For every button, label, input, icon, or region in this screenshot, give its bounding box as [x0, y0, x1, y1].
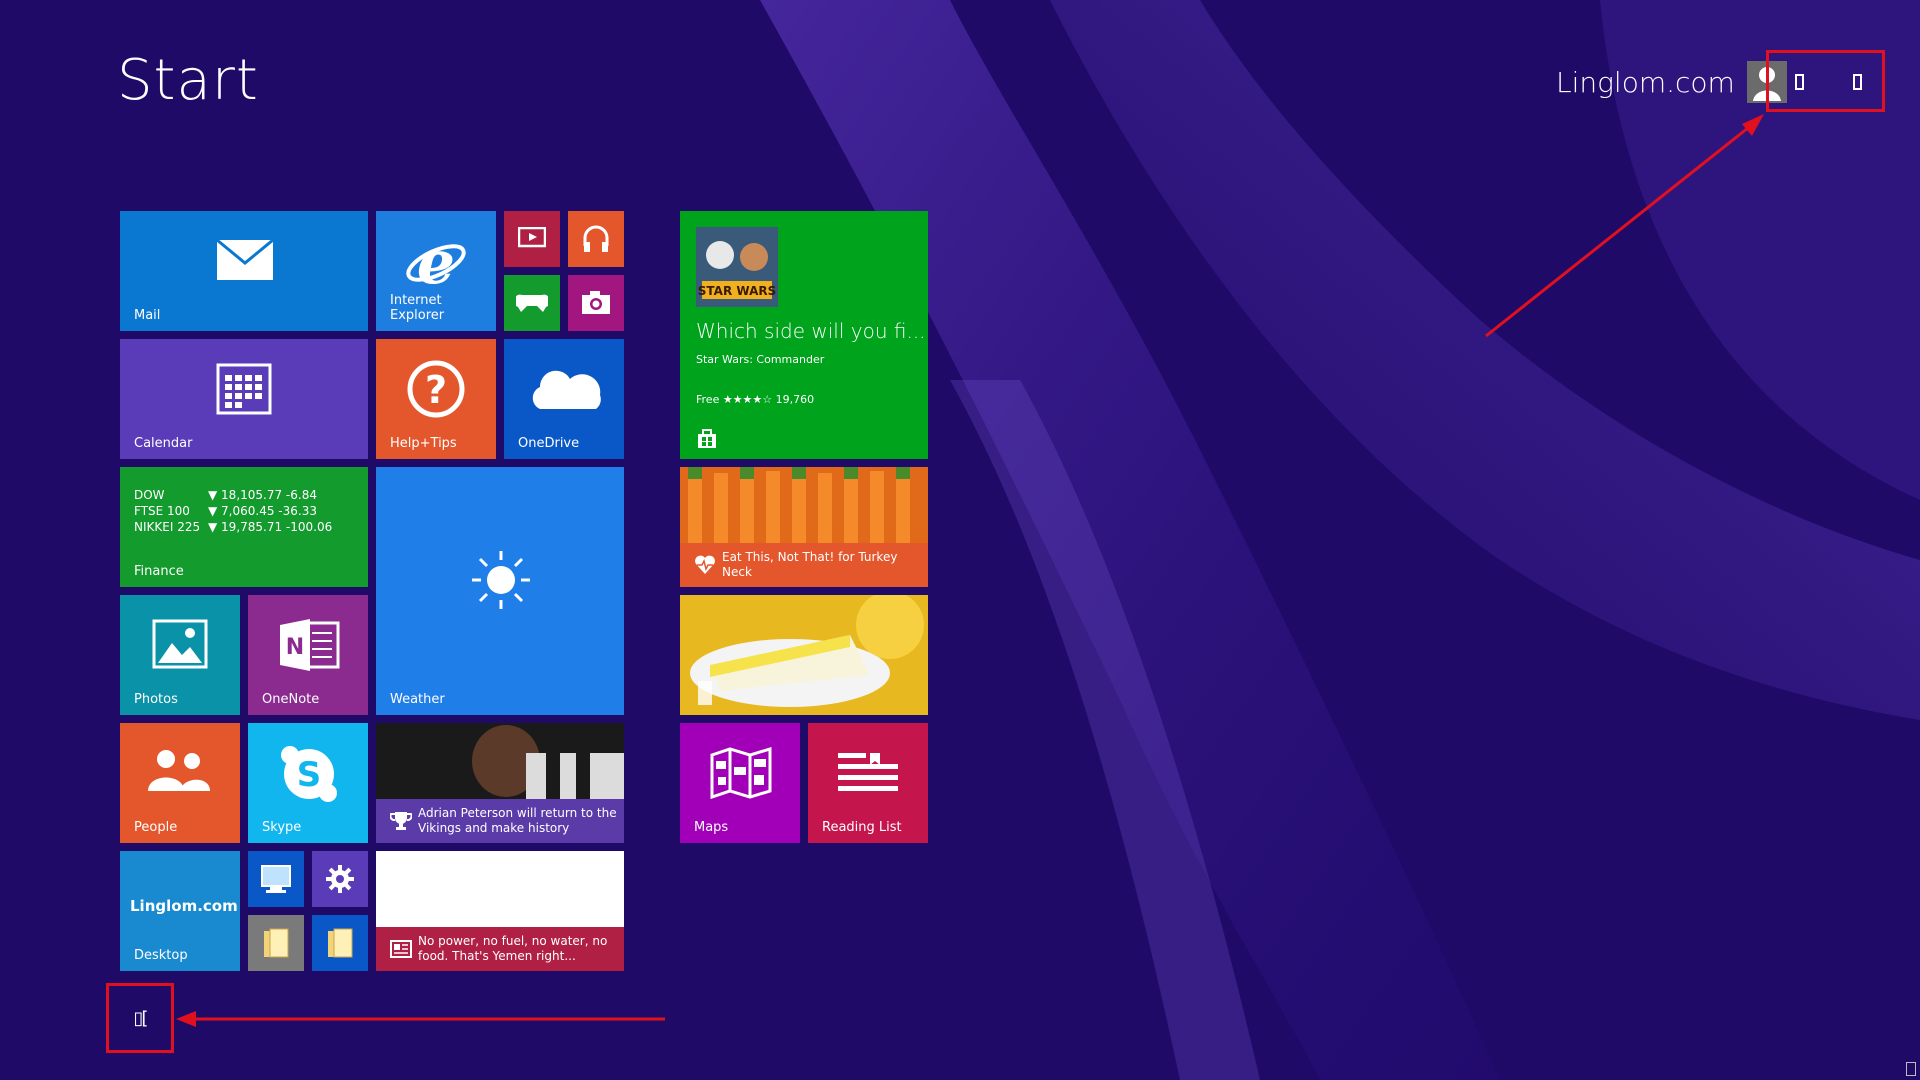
tile-internet-explorer[interactable]: e Internet Explorer [376, 211, 496, 331]
sports-photo [376, 723, 624, 799]
tile-video[interactable] [504, 211, 560, 267]
map-icon [710, 747, 772, 799]
tile-settings[interactable] [312, 851, 368, 907]
svg-text:S: S [297, 755, 322, 795]
tile-label: People [134, 820, 177, 835]
store-icon [696, 427, 718, 449]
sports-headline: Adrian Peterson will return to the Vikin… [418, 806, 624, 836]
tile-camera[interactable] [568, 275, 624, 331]
star-wars-app-icon: STAR WARS [696, 227, 778, 307]
tile-finance[interactable]: DOW▼ 18,105.77 -6.84 FTSE 100▼ 7,060.45 … [120, 467, 368, 587]
health-headline-bar: Eat This, Not That! for Turkey Neck [680, 543, 928, 587]
people-icon [146, 747, 212, 795]
onenote-icon: N [278, 617, 342, 673]
tile-label: Skype [262, 820, 301, 835]
tile-label: Finance [134, 564, 184, 579]
heart-rate-icon [694, 554, 716, 576]
video-icon [518, 227, 546, 249]
svg-text:STAR WARS: STAR WARS [698, 284, 776, 298]
newspaper-icon [390, 938, 412, 960]
tile-store[interactable]: STAR WARS Which side will you fi... Star… [680, 211, 928, 459]
tile-food[interactable] [680, 595, 928, 715]
tile-label: Help+Tips [390, 436, 457, 451]
svg-text:?: ? [425, 368, 447, 412]
tile-sports[interactable]: Adrian Peterson will return to the Vikin… [376, 723, 624, 843]
tile-label: OneNote [262, 692, 319, 707]
tile-health[interactable]: Eat This, Not That! for Turkey Neck [680, 467, 928, 587]
tile-weather[interactable]: Weather [376, 467, 624, 715]
power-icon [1795, 74, 1804, 90]
tile-file-explorer[interactable] [248, 915, 304, 971]
skype-icon: S [280, 745, 338, 803]
cloud-icon [526, 367, 606, 411]
store-app-title: Which side will you fi... [696, 319, 926, 343]
trophy-icon [390, 810, 412, 832]
tile-calendar[interactable]: Calendar [120, 339, 368, 459]
computer-icon [260, 864, 292, 894]
health-headline: Eat This, Not That! for Turkey Neck [722, 550, 928, 580]
tile-label: Photos [134, 692, 178, 707]
tile-people[interactable]: People [120, 723, 240, 843]
all-apps-icon: ▯[ [134, 1008, 147, 1029]
tile-label: Weather [390, 692, 445, 707]
folder-icon [326, 927, 354, 959]
gear-icon [326, 865, 354, 893]
tile-music[interactable] [568, 211, 624, 267]
mail-icon [216, 239, 274, 281]
tile-mail[interactable]: Mail [120, 211, 368, 331]
tile-onenote[interactable]: N OneNote [248, 595, 368, 715]
reading-list-icon [836, 751, 900, 795]
store-app-subtitle: Star Wars: Commander [696, 353, 824, 366]
power-button[interactable] [1788, 71, 1810, 93]
tile-skype[interactable]: S Skype [248, 723, 368, 843]
finance-row: DOW▼ 18,105.77 -6.84 [134, 487, 332, 503]
finance-rows: DOW▼ 18,105.77 -6.84 FTSE 100▼ 7,060.45 … [134, 487, 332, 535]
finance-row: FTSE 100▼ 7,060.45 -36.33 [134, 503, 332, 519]
user-account[interactable]: Linglom.com [1556, 58, 1787, 106]
gamepad-icon [516, 293, 548, 313]
svg-text:N: N [286, 635, 304, 660]
all-apps-button[interactable]: ▯[ [106, 983, 174, 1053]
finance-row: NIKKEI 225▼ 19,785.71 -100.06 [134, 519, 332, 535]
search-icon [1853, 74, 1862, 90]
user-name: Linglom.com [1556, 66, 1735, 99]
news-headline: No power, no fuel, no water, no food. Th… [418, 934, 624, 964]
folder-icon [262, 927, 290, 959]
tile-news[interactable]: No power, no fuel, no water, no food. Th… [376, 851, 624, 971]
sports-headline-bar: Adrian Peterson will return to the Vikin… [376, 799, 624, 843]
tile-reading-list[interactable]: Reading List [808, 723, 928, 843]
carrots-photo [680, 467, 928, 547]
photos-icon [152, 619, 208, 669]
sun-icon [470, 549, 532, 611]
page-title: Start [117, 48, 259, 113]
search-button[interactable] [1846, 71, 1868, 93]
tile-label: Calendar [134, 436, 192, 451]
tile-label: Maps [694, 820, 728, 835]
store-app-rating: Free ★★★★☆ 19,760 [696, 393, 814, 406]
desktop-brand-text: Linglom.com [130, 897, 238, 915]
tile-label: OneDrive [518, 436, 579, 451]
tile-games[interactable] [504, 275, 560, 331]
tile-label: Desktop [134, 948, 188, 963]
camera-icon [581, 291, 611, 315]
tile-documents[interactable] [312, 915, 368, 971]
highlight-box-top-buttons [1766, 50, 1885, 112]
calendar-icon [216, 363, 272, 415]
news-headline-bar: No power, no fuel, no water, no food. Th… [376, 927, 624, 971]
internet-explorer-icon: e [404, 229, 468, 293]
tile-photos[interactable]: Photos [120, 595, 240, 715]
corner-indicator [1906, 1062, 1916, 1076]
tile-onedrive[interactable]: OneDrive [504, 339, 624, 459]
tile-label: Internet Explorer [390, 293, 496, 323]
tile-label: Mail [134, 308, 160, 323]
lemon-pie-photo [680, 595, 928, 715]
svg-text:e: e [417, 229, 455, 293]
tile-help-tips[interactable]: ? Help+Tips [376, 339, 496, 459]
tile-label: Reading List [822, 820, 902, 835]
tile-maps[interactable]: Maps [680, 723, 800, 843]
tile-desktop[interactable]: Linglom.com Desktop [120, 851, 240, 971]
help-icon: ? [406, 359, 466, 419]
tile-this-pc[interactable] [248, 851, 304, 907]
headphones-icon [582, 224, 610, 254]
